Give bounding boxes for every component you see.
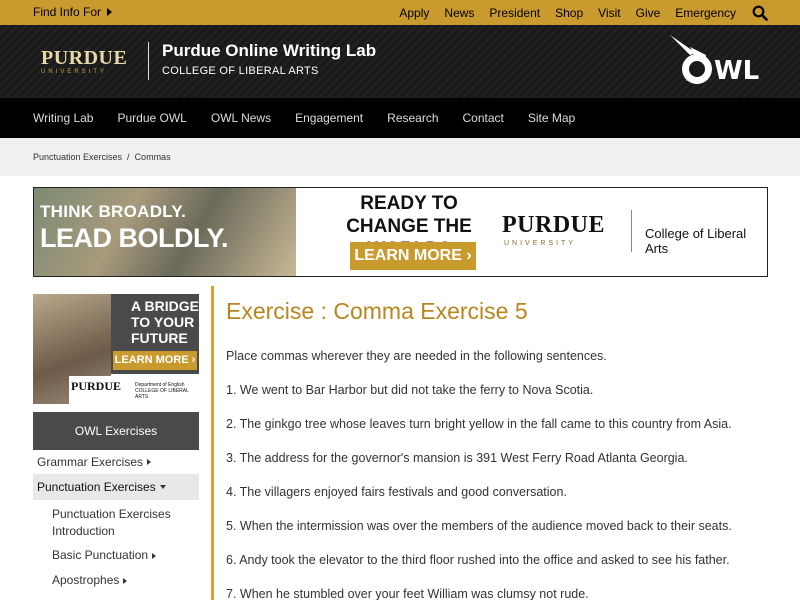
content-accent-line: [211, 286, 214, 600]
menu-item-label: Grammar Exercises: [37, 454, 144, 469]
submenu-apostrophes[interactable]: Apostrophes: [33, 568, 199, 593]
svg-text:WL: WL: [714, 56, 759, 86]
site-subtitle: COLLEGE OF LIBERAL ARTS: [162, 65, 319, 77]
menu-item-grammar-exercises[interactable]: Grammar Exercises: [33, 450, 199, 475]
purdue-logo-sub: UNIVERSITY: [41, 69, 108, 75]
exercise-question: 1. We went to Bar Harbor but did not tak…: [226, 383, 594, 397]
find-info-for-button[interactable]: Find Info For: [33, 5, 113, 19]
purdue-logo[interactable]: PURDUE UNIVERSITY: [41, 48, 127, 75]
link-news[interactable]: News: [444, 6, 474, 20]
submenu-label: Apostrophes: [52, 573, 120, 587]
nav-purdue-owl[interactable]: Purdue OWL: [117, 111, 186, 125]
link-give[interactable]: Give: [636, 6, 661, 20]
banner-think-broadly: THINK BROADLY.: [40, 202, 187, 221]
caret-right-icon: [147, 459, 152, 465]
sidebar-ad-headline: A BRIDGE TO YOUR FUTURE: [131, 298, 199, 346]
menu-item-punctuation-exercises[interactable]: Punctuation Exercises: [33, 475, 199, 500]
header-divider: [148, 42, 149, 80]
submenu-punctuation-intro[interactable]: Punctuation Exercises Introduction: [33, 500, 199, 543]
site-header: PURDUE UNIVERSITY Purdue Online Writing …: [0, 25, 800, 98]
menu-heading[interactable]: OWL Exercises: [33, 412, 199, 450]
caret-down-icon: [159, 485, 166, 489]
caret-right-icon: [123, 577, 128, 584]
banner-learn-more-button[interactable]: LEARN MORE ›: [350, 242, 476, 270]
exercise-question: 6. Andy took the elevator to the third f…: [226, 553, 730, 567]
link-apply[interactable]: Apply: [399, 6, 429, 20]
breadcrumb-punctuation-exercises[interactable]: Punctuation Exercises: [33, 152, 122, 162]
nav-writing-lab[interactable]: Writing Lab: [33, 111, 93, 125]
purdue-logo-word: PURDUE: [41, 47, 128, 69]
submenu-label: Basic Punctuation: [52, 548, 149, 562]
banner-divider: [631, 210, 632, 252]
link-shop[interactable]: Shop: [555, 6, 583, 20]
search-icon[interactable]: [752, 5, 768, 21]
link-emergency[interactable]: Emergency: [675, 6, 736, 20]
exercise-question: 2. The ginkgo tree whose leaves turn bri…: [226, 417, 732, 431]
banner-university: UNIVERSITY: [504, 240, 577, 247]
banner-ad[interactable]: THINK BROADLY. LEAD BOLDLY. READY TO CHA…: [33, 187, 768, 277]
banner-purdue-word: PURDUE: [502, 212, 605, 238]
link-visit[interactable]: Visit: [598, 6, 620, 20]
owl-exercises-menu: OWL Exercises Grammar Exercises Punctuat…: [33, 412, 199, 593]
exercise-instructions: Place commas wherever they are needed in…: [226, 349, 607, 363]
breadcrumb-bar: Punctuation Exercises / Commas: [0, 138, 800, 176]
breadcrumb: Punctuation Exercises / Commas: [33, 152, 171, 162]
sidebar-ad[interactable]: A BRIDGE TO YOUR FUTURE LEARN MORE › PUR…: [33, 294, 199, 404]
nav-owl-news[interactable]: OWL News: [211, 111, 271, 125]
nav-contact[interactable]: Contact: [463, 111, 504, 125]
owl-logo-icon[interactable]: WL: [668, 33, 763, 93]
page-title: Exercise : Comma Exercise 5: [226, 298, 528, 324]
caret-right-icon: [107, 8, 113, 16]
nav-site-map[interactable]: Site Map: [528, 111, 575, 125]
nav-research[interactable]: Research: [387, 111, 438, 125]
sidebar-ad-purdue: PURDUE: [71, 379, 121, 393]
breadcrumb-commas[interactable]: Commas: [135, 152, 171, 162]
utility-links: Apply News President Shop Visit Give Eme…: [384, 5, 768, 21]
sidebar-ad-learn-more-button[interactable]: LEARN MORE ›: [113, 351, 197, 370]
exercise-question: 5. When the intermission was over the me…: [226, 519, 732, 533]
banner-lead-boldly: LEAD BOLDLY.: [40, 223, 229, 253]
exercise-question: 3. The address for the governor's mansio…: [226, 451, 688, 465]
top-utility-bar: Find Info For Apply News President Shop …: [0, 0, 800, 25]
main-content: Exercise : Comma Exercise 5 Place commas…: [226, 296, 766, 600]
banner-college: College of Liberal Arts: [645, 226, 747, 256]
main-nav: Writing Lab Purdue OWL OWL News Engageme…: [0, 98, 800, 138]
find-info-label: Find Info For: [33, 5, 102, 19]
nav-engagement[interactable]: Engagement: [295, 111, 363, 125]
link-president[interactable]: President: [489, 6, 540, 20]
submenu-basic-punctuation[interactable]: Basic Punctuation: [33, 543, 199, 568]
site-title[interactable]: Purdue Online Writing Lab: [162, 41, 376, 61]
caret-right-icon: [152, 552, 157, 559]
exercise-question: 7. When he stumbled over your feet Willi…: [226, 587, 589, 600]
breadcrumb-separator: /: [127, 152, 130, 162]
menu-item-label: Punctuation Exercises: [37, 479, 156, 494]
exercise-question: 4. The villagers enjoyed fairs festivals…: [226, 485, 567, 499]
sidebar-ad-dept: Department of English COLLEGE OF LIBERAL…: [135, 382, 189, 400]
